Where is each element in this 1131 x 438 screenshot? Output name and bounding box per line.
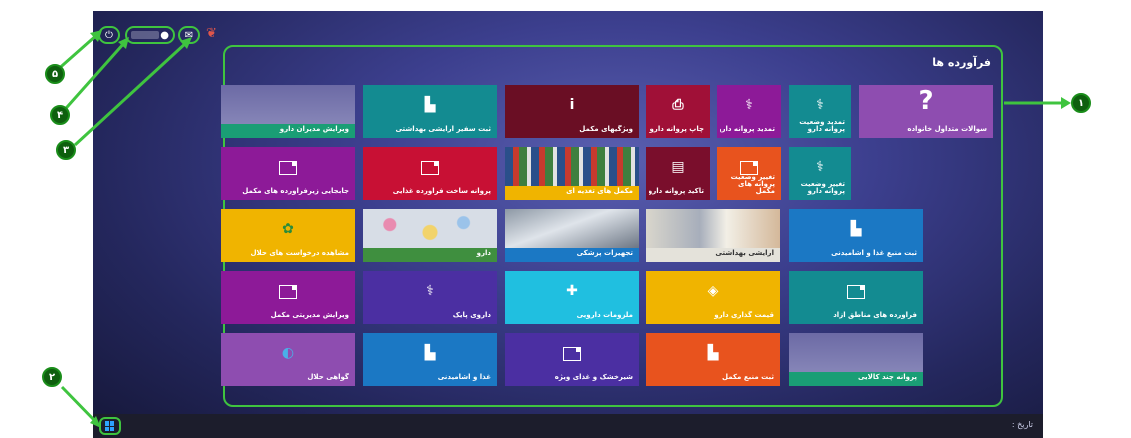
annotation-4: ۴ — [50, 105, 70, 125]
annotation-3: ۳ — [56, 140, 76, 160]
annotation-5: ۵ — [45, 64, 65, 84]
annotation-1: ۱ — [1071, 93, 1091, 113]
annotation-arrows — [54, 30, 1071, 428]
annotation-2: ۲ — [42, 367, 62, 387]
screenshot-frame: ⏻ ● ✉ ❦ فرآورده ها ? سوالات متداول خانوا… — [0, 0, 1131, 438]
